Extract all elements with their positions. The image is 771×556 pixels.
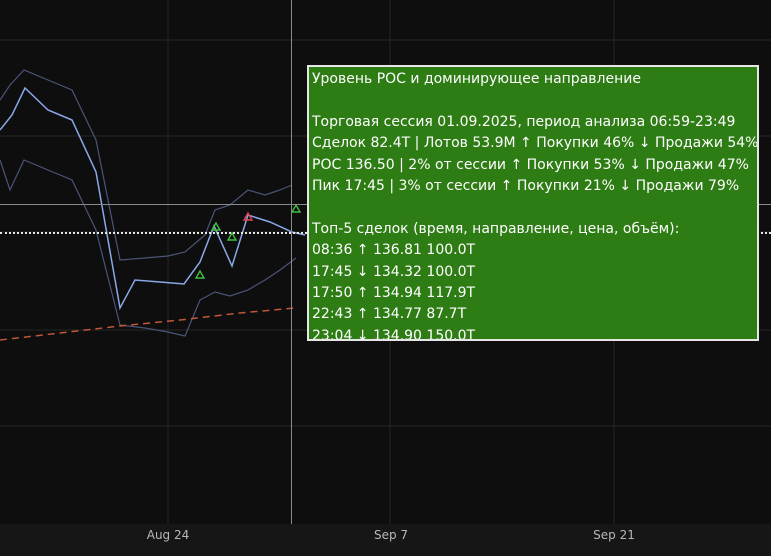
chart-area[interactable]: Уровень POC и доминирующее направление Т… xyxy=(0,0,771,524)
tooltip-top-trade: 17:45 ↓ 134.32 100.0T xyxy=(312,263,476,280)
lower-band-line xyxy=(0,159,297,337)
tooltip-spacer xyxy=(312,90,754,111)
crosshair-vertical xyxy=(291,0,292,524)
tooltip-top-trade: 17:50 ↑ 134.94 117.9T xyxy=(312,284,476,301)
x-tick-label: Sep 21 xyxy=(593,528,635,542)
tooltip-poc: POC 136.50 | 2% от сессии ↑ Покупки 53% … xyxy=(312,156,749,173)
buy-marker xyxy=(290,203,302,213)
buy-marker xyxy=(226,231,238,241)
tooltip-top5-header: Топ-5 сделок (время, направление, цена, … xyxy=(312,220,680,237)
poc-tooltip: Уровень POC и доминирующее направление Т… xyxy=(307,65,759,341)
x-tick-label: Sep 7 xyxy=(373,528,409,542)
price-line xyxy=(0,86,306,311)
buy-marker xyxy=(194,269,206,279)
moving-average-line xyxy=(0,307,296,341)
tooltip-title: Уровень POC и доминирующее направление xyxy=(312,71,641,87)
tooltip-peak: Пик 17:45 | 3% от сессии ↑ Покупки 21% ↓… xyxy=(312,177,740,194)
time-axis[interactable]: Aug 24 Sep 7 Sep 21 xyxy=(0,524,771,556)
tooltip-deals: Сделок 82.4T | Лотов 53.9M ↑ Покупки 46%… xyxy=(312,135,759,152)
tooltip-top-trade: 08:36 ↑ 136.81 100.0T xyxy=(312,242,476,259)
x-tick-label: Aug 24 xyxy=(146,528,190,542)
tooltip-spacer xyxy=(312,197,754,218)
tooltip-top-trade: 22:43 ↑ 134.77 87.7T xyxy=(312,306,467,323)
tooltip-session: Торговая сессия 01.09.2025, период анали… xyxy=(312,113,736,130)
tooltip-top-trade: 23:04 ↓ 134.90 150.0T xyxy=(312,327,476,341)
